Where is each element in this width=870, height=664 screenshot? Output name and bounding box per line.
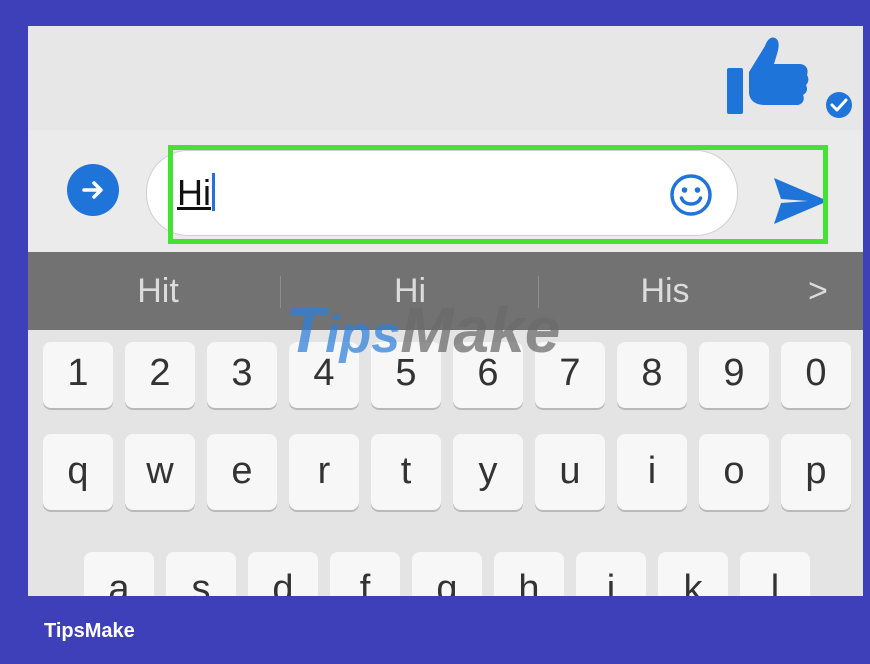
key-k[interactable]: k bbox=[658, 552, 728, 596]
phone-screen: Hi Hit Hi His > 1 2 3 4 5 6 7 8 9 0 q w … bbox=[28, 26, 863, 596]
key-l[interactable]: l bbox=[740, 552, 810, 596]
key-7[interactable]: 7 bbox=[535, 342, 605, 408]
key-s[interactable]: s bbox=[166, 552, 236, 596]
key-f[interactable]: f bbox=[330, 552, 400, 596]
suggestion-more-button[interactable]: > bbox=[808, 252, 828, 330]
key-0[interactable]: 0 bbox=[781, 342, 851, 408]
suggestion-divider bbox=[280, 276, 281, 308]
key-9[interactable]: 9 bbox=[699, 342, 769, 408]
key-2[interactable]: 2 bbox=[125, 342, 195, 408]
chat-area bbox=[28, 26, 863, 131]
key-r[interactable]: r bbox=[289, 434, 359, 510]
key-o[interactable]: o bbox=[699, 434, 769, 510]
key-u[interactable]: u bbox=[535, 434, 605, 510]
message-composer: Hi bbox=[28, 130, 863, 252]
key-h[interactable]: h bbox=[494, 552, 564, 596]
suggestion-divider bbox=[538, 276, 539, 308]
key-j[interactable]: j bbox=[576, 552, 646, 596]
key-8[interactable]: 8 bbox=[617, 342, 687, 408]
seen-check-icon bbox=[826, 92, 852, 118]
key-e[interactable]: e bbox=[207, 434, 277, 510]
footer-brand-logo: TipsMake bbox=[44, 620, 135, 642]
more-options-button[interactable] bbox=[67, 164, 119, 216]
key-y[interactable]: y bbox=[453, 434, 523, 510]
key-i[interactable]: i bbox=[617, 434, 687, 510]
arrow-right-circle-icon bbox=[82, 181, 103, 199]
thumbs-up-icon[interactable] bbox=[725, 32, 811, 118]
key-p[interactable]: p bbox=[781, 434, 851, 510]
key-d[interactable]: d bbox=[248, 552, 318, 596]
suggestion-hit[interactable]: Hit bbox=[58, 252, 258, 330]
key-g[interactable]: g bbox=[412, 552, 482, 596]
key-q[interactable]: q bbox=[43, 434, 113, 510]
key-6[interactable]: 6 bbox=[453, 342, 523, 408]
input-highlight-box bbox=[168, 145, 828, 244]
key-1[interactable]: 1 bbox=[43, 342, 113, 408]
key-t[interactable]: t bbox=[371, 434, 441, 510]
suggestion-hi[interactable]: Hi bbox=[310, 252, 510, 330]
key-w[interactable]: w bbox=[125, 434, 195, 510]
key-a[interactable]: a bbox=[84, 552, 154, 596]
suggestion-his[interactable]: His bbox=[565, 252, 765, 330]
keyboard: 1 2 3 4 5 6 7 8 9 0 q w e r t y u i o p … bbox=[28, 330, 863, 596]
key-4[interactable]: 4 bbox=[289, 342, 359, 408]
suggestion-bar: Hit Hi His > bbox=[28, 252, 863, 330]
key-3[interactable]: 3 bbox=[207, 342, 277, 408]
key-5[interactable]: 5 bbox=[371, 342, 441, 408]
